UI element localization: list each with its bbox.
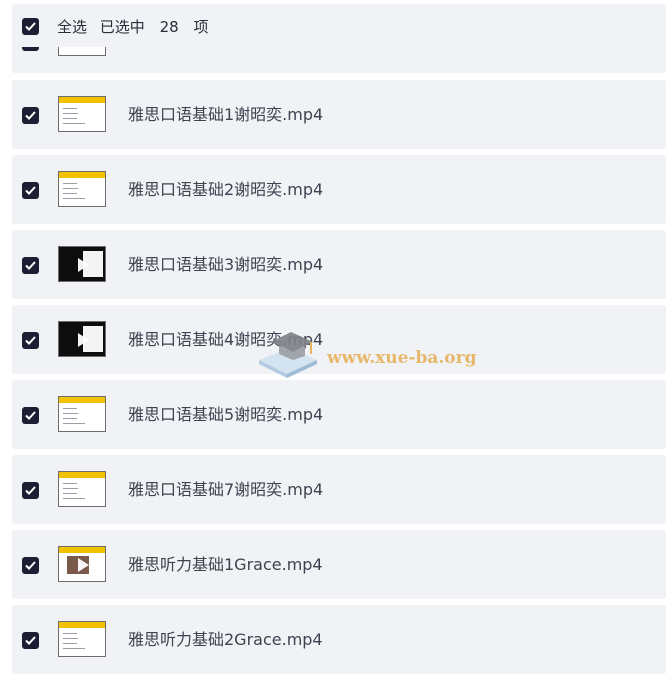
file-checkbox[interactable] xyxy=(22,182,39,199)
selection-status: 全选 已选中 28 项 xyxy=(57,7,216,47)
check-icon xyxy=(25,411,36,420)
file-checkbox[interactable] xyxy=(22,482,39,499)
selection-header: 全选 已选中 28 项 xyxy=(12,7,666,47)
play-icon xyxy=(78,183,89,197)
selected-prefix: 已选中 xyxy=(99,18,145,36)
play-icon xyxy=(78,258,89,272)
video-thumbnail xyxy=(58,171,106,207)
file-row[interactable]: 雅思口语基础3谢昭奕.mp4 xyxy=(12,230,666,299)
video-thumbnail xyxy=(58,321,106,357)
file-checkbox[interactable] xyxy=(22,257,39,274)
file-name[interactable]: 雅思口语基础3谢昭奕.mp4 xyxy=(128,230,323,299)
file-row[interactable]: 雅思口语基础5谢昭奕.mp4 xyxy=(12,380,666,449)
file-name[interactable]: 雅思口语基础5谢昭奕.mp4 xyxy=(128,380,323,449)
file-checkbox[interactable] xyxy=(22,557,39,574)
file-row[interactable]: 雅思听力基础1Grace.mp4 xyxy=(12,530,666,599)
file-name[interactable]: 雅思口语基础1谢昭奕.mp4 xyxy=(128,80,323,149)
file-checkbox[interactable] xyxy=(22,332,39,349)
play-icon xyxy=(78,633,89,647)
select-all-label[interactable]: 全选 xyxy=(57,18,87,36)
video-thumbnail xyxy=(58,396,106,432)
file-name[interactable]: 雅思口语基础4谢昭奕.mp4 xyxy=(128,305,323,374)
play-icon xyxy=(78,558,89,572)
video-thumbnail xyxy=(58,471,106,507)
file-row[interactable]: 雅思口语基础1谢昭奕.mp4 xyxy=(12,80,666,149)
file-row[interactable]: 雅思听力基础2Grace.mp4 xyxy=(12,605,666,674)
file-name[interactable]: 雅思听力基础1Grace.mp4 xyxy=(128,530,323,599)
file-checkbox[interactable] xyxy=(22,632,39,649)
video-thumbnail xyxy=(58,246,106,282)
file-row[interactable]: 雅思口语基础4谢昭奕.mp4 xyxy=(12,305,666,374)
selected-count: 28 xyxy=(159,18,179,36)
file-list: 全选 已选中 28 项 雅思口语基础1谢昭奕.mp4 雅思口语基础2谢昭奕.mp4… xyxy=(0,0,666,674)
selected-suffix: 项 xyxy=(193,18,209,36)
file-name[interactable]: 雅思听力基础2Grace.mp4 xyxy=(128,605,323,674)
play-icon xyxy=(78,408,89,422)
check-icon xyxy=(25,261,36,270)
video-thumbnail xyxy=(58,546,106,582)
video-thumbnail xyxy=(58,96,106,132)
play-icon xyxy=(78,108,89,122)
play-icon xyxy=(78,333,89,347)
file-checkbox[interactable] xyxy=(22,407,39,424)
file-name[interactable]: 雅思口语基础7谢昭奕.mp4 xyxy=(128,455,323,524)
check-icon xyxy=(25,186,36,195)
check-icon xyxy=(25,486,36,495)
check-icon xyxy=(25,336,36,345)
select-all-checkbox[interactable] xyxy=(22,18,39,35)
file-row[interactable]: 雅思口语基础2谢昭奕.mp4 xyxy=(12,155,666,224)
video-thumbnail xyxy=(58,621,106,657)
file-checkbox[interactable] xyxy=(22,107,39,124)
file-row[interactable]: 雅思口语基础7谢昭奕.mp4 xyxy=(12,455,666,524)
check-icon xyxy=(25,22,36,31)
check-icon xyxy=(25,111,36,120)
play-icon xyxy=(78,483,89,497)
check-icon xyxy=(25,636,36,645)
check-icon xyxy=(25,561,36,570)
file-name[interactable]: 雅思口语基础2谢昭奕.mp4 xyxy=(128,155,323,224)
